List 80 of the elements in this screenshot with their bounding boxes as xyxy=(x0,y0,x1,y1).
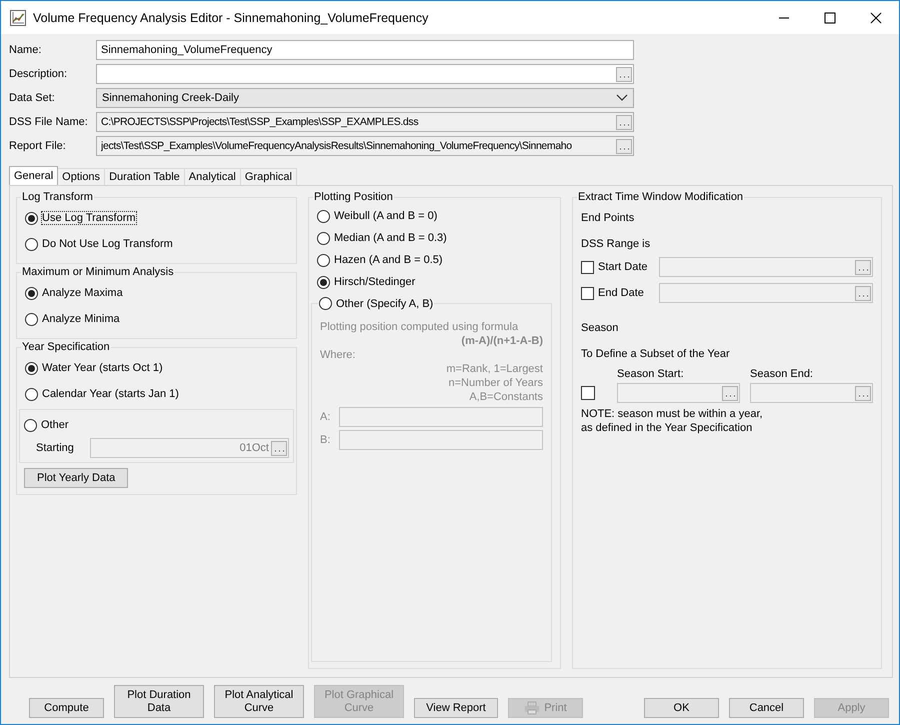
checkbox[interactable] xyxy=(581,260,594,274)
radio-button[interactable] xyxy=(25,388,38,400)
plot-yearly-data-button[interactable]: Plot Yearly Data xyxy=(24,468,128,488)
radio-option[interactable]: Water Year (starts Oct 1) xyxy=(25,355,163,381)
formula-note: A,B=Constants xyxy=(469,390,543,404)
radio-option[interactable]: Hazen (A and B = 0.5) xyxy=(317,249,443,271)
radio-option[interactable]: Median (A and B = 0.3) xyxy=(317,227,447,249)
input-field[interactable]: C:\PROJECTS\SSP\Projects\Test\SSP_Examples\SSP_EXAMPLES.dss xyxy=(96,112,634,132)
input-field[interactable] xyxy=(96,64,634,84)
field-label: Season End: xyxy=(750,367,813,381)
radio-button[interactable] xyxy=(25,362,38,374)
radio-option[interactable]: Use Log Transform xyxy=(25,205,136,231)
field-label: Starting xyxy=(36,442,74,454)
chart-icon xyxy=(10,10,26,26)
radio-button[interactable] xyxy=(317,254,330,266)
checkbox[interactable] xyxy=(581,386,595,400)
section-label: To Define a Subset of the Year xyxy=(581,347,730,361)
close-icon[interactable] xyxy=(870,12,882,24)
field-label: B: xyxy=(320,434,331,446)
section-label: DSS Range is xyxy=(581,237,650,251)
formula-text: (m-A)/(n+1-A-B) xyxy=(461,334,543,348)
dialog-button[interactable]: OK xyxy=(644,698,719,718)
window-title: Volume Frequency Analysis Editor - Sinnemahoning_VolumeFrequency xyxy=(33,10,428,24)
field-label: Data Set: xyxy=(9,92,56,104)
radio-button[interactable] xyxy=(25,286,38,300)
field-label: Description: xyxy=(9,68,68,80)
input-field[interactable]: Sinnemahoning_VolumeFrequency xyxy=(96,40,634,60)
radio-option[interactable]: Calendar Year (starts Jan 1) xyxy=(25,381,179,407)
radio-option[interactable]: Hirsch/Stedinger xyxy=(317,271,416,293)
radio-button[interactable] xyxy=(317,210,330,222)
radio-button[interactable] xyxy=(25,238,38,250)
chevron-down-icon xyxy=(616,94,628,102)
tab[interactable]: Options xyxy=(57,168,106,185)
section-label: End Points xyxy=(581,211,634,225)
group-title: Year Specification xyxy=(21,341,111,353)
checkbox-option[interactable]: End Date xyxy=(581,286,659,300)
season-start-field[interactable] xyxy=(617,383,740,403)
date-field[interactable] xyxy=(659,257,873,277)
tab[interactable]: General xyxy=(9,166,58,185)
radio-button[interactable] xyxy=(317,276,330,288)
action-button[interactable]: Plot Analytical Curve xyxy=(214,685,304,718)
checkbox[interactable] xyxy=(581,286,594,300)
checkbox-option[interactable]: Start Date xyxy=(581,260,659,274)
group-title: Maximum or Minimum Analysis xyxy=(21,266,175,278)
radio-option[interactable]: Analyze Maxima xyxy=(25,280,123,306)
field-label: DSS File Name: xyxy=(9,116,89,128)
action-button[interactable]: View Report xyxy=(414,698,498,718)
formula-note: Plotting position computed using formula xyxy=(320,320,518,334)
note-text: NOTE: season must be within a year, xyxy=(581,407,763,421)
field-label: Report File: xyxy=(9,140,67,152)
date-field[interactable] xyxy=(659,283,873,303)
tab[interactable]: Analytical xyxy=(184,168,241,185)
tab[interactable]: Graphical xyxy=(240,168,297,185)
formula-note: n=Number of Years xyxy=(448,376,543,390)
radio-option[interactable]: Analyze Minima xyxy=(25,306,120,332)
season-end-field[interactable] xyxy=(750,383,873,403)
printer-icon xyxy=(524,701,540,715)
group-title: Extract Time Window Modification xyxy=(577,191,744,203)
dialog-button[interactable]: Cancel xyxy=(729,698,804,718)
field-label: Season Start: xyxy=(617,367,684,381)
radio-option[interactable]: Do Not Use Log Transform xyxy=(25,231,173,257)
radio-button[interactable] xyxy=(24,418,37,432)
action-button[interactable]: Compute xyxy=(29,698,104,718)
field-label: Name: xyxy=(9,44,42,56)
radio-button[interactable] xyxy=(25,312,38,326)
radio-option[interactable]: Weibull (A and B = 0) xyxy=(317,205,438,227)
input-field[interactable]: jects\Test\SSP_Examples\VolumeFrequencyAnalysisResults\Sinnemahoning_VolumeFrequency\Sinnemaho xyxy=(96,136,634,156)
radio-button[interactable] xyxy=(317,232,330,244)
maximize-icon[interactable] xyxy=(824,12,836,24)
group-title: Log Transform xyxy=(21,191,94,203)
note-text: as defined in the Year Specification xyxy=(581,421,752,435)
field-label: A: xyxy=(320,411,331,423)
data-set-dropdown[interactable]: Sinnemahoning Creek-Daily xyxy=(96,88,634,108)
action-button[interactable]: Plot Duration Data xyxy=(114,685,204,718)
formula-note: Where: xyxy=(320,348,356,362)
radio-button[interactable] xyxy=(25,212,38,224)
radio-option[interactable]: Other xyxy=(24,412,69,438)
section-label: Season xyxy=(581,321,618,335)
group-title: Plotting Position xyxy=(313,191,394,203)
formula-note: m=Rank, 1=Largest xyxy=(446,362,543,376)
